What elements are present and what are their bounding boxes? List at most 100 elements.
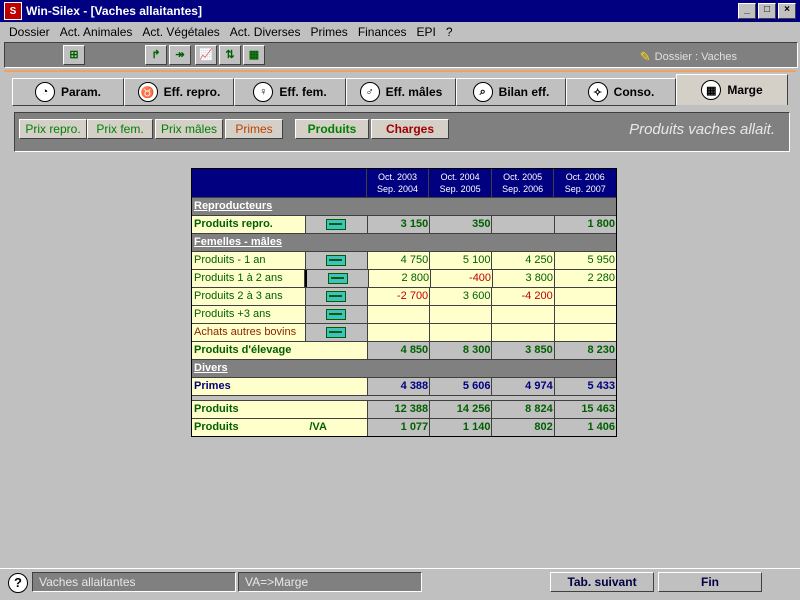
row-label: Produits /VA — [192, 419, 368, 436]
section-divers: Divers — [192, 360, 616, 378]
sort-icon[interactable]: ⇅ — [219, 45, 241, 65]
tab-eff-males[interactable]: ♂ Eff. mâles — [346, 78, 456, 106]
tab-label: Marge — [727, 83, 763, 97]
period-header: Oct. 2003 Sep. 2004 — [366, 169, 430, 197]
cell-value[interactable]: 2 800 — [369, 270, 432, 287]
cell-value: 4 850 — [367, 342, 431, 359]
cell-value — [492, 216, 555, 233]
close-button[interactable]: × — [778, 3, 796, 19]
cell-value[interactable]: 3 800 — [493, 270, 556, 287]
period-header: Oct. 2005 Sep. 2006 — [491, 169, 555, 197]
detail-icon — [327, 273, 348, 284]
row-label: Produits 2 à 3 ans — [192, 288, 306, 305]
cell-value[interactable] — [554, 306, 616, 323]
period-header: Oct. 2004 Sep. 2005 — [429, 169, 492, 197]
cell-value[interactable] — [430, 306, 493, 323]
prix-repro-button[interactable]: Prix repro. — [19, 119, 87, 139]
cell-value[interactable]: 2 280 — [555, 270, 617, 287]
tab-param[interactable]: ◔ Param. — [12, 78, 124, 106]
table-row: Produits d'élevage 4 850 8 300 3 850 8 2… — [192, 342, 616, 360]
row-label: Achats autres bovins — [192, 324, 306, 341]
row-label: Produits — [192, 401, 368, 418]
cell-value[interactable] — [367, 324, 431, 341]
cell-value[interactable] — [554, 288, 616, 305]
cell-value[interactable]: 5 100 — [430, 252, 493, 269]
tab-conso[interactable]: ✧ Conso. — [566, 78, 676, 106]
cell-value: 5 433 — [554, 378, 616, 395]
tab-eff-fem[interactable]: ♀ Eff. fem. — [234, 78, 346, 106]
section-label: Divers — [194, 362, 228, 374]
menu-epi[interactable]: EPI — [412, 25, 441, 39]
data-grid: Oct. 2003 Sep. 2004 Oct. 2004 Sep. 2005 Oc… — [191, 168, 617, 437]
menu-help[interactable]: ? — [441, 25, 458, 39]
redo-icon[interactable]: ↱ — [145, 45, 167, 65]
tab-strip: ◔ Param. ♉ Eff. repro. ♀ Eff. fem. ♂ Eff… — [4, 70, 796, 107]
period-header: Oct. 2006 Sep. 2007 — [554, 169, 617, 197]
prix-fem-button[interactable]: Prix fem. — [87, 119, 153, 139]
title-bar: S Win-Silex - [Vaches allaitantes] _ □ × — [0, 0, 800, 22]
cell-value[interactable] — [430, 324, 493, 341]
produits-button[interactable]: Produits — [295, 119, 369, 139]
section-label: Femelles - mâles — [194, 236, 283, 248]
cell-value[interactable]: 3 600 — [430, 288, 493, 305]
prix-males-button[interactable]: Prix mâles — [155, 119, 223, 139]
dossier-indicator: ✎ Dossier : Vaches — [640, 49, 737, 65]
cell-value: 12 388 — [367, 401, 431, 418]
period-end: Sep. 2007 — [564, 184, 606, 194]
cell-value[interactable] — [492, 324, 555, 341]
charges-button[interactable]: Charges — [371, 119, 449, 139]
cell-value[interactable]: -4 200 — [492, 288, 555, 305]
cell-value[interactable]: -2 700 — [367, 288, 431, 305]
detail-button[interactable] — [305, 270, 370, 287]
maximize-button[interactable]: □ — [758, 3, 776, 19]
cell-value: 1 800 — [554, 216, 616, 233]
row-label-text: Produits — [194, 421, 239, 433]
detail-button[interactable] — [305, 216, 368, 233]
cell-value: 8 300 — [430, 342, 493, 359]
menu-finances[interactable]: Finances — [353, 25, 412, 39]
menu-act-animales[interactable]: Act. Animales — [55, 25, 138, 39]
cell-value: 1 077 — [367, 419, 431, 436]
detail-icon — [326, 255, 347, 266]
tab-bilan-eff[interactable]: ⌕ Bilan eff. — [456, 78, 566, 106]
cell-value[interactable]: -400 — [431, 270, 494, 287]
period-start: Oct. 2005 — [503, 172, 543, 182]
redo-all-icon[interactable]: ↠ — [169, 45, 191, 65]
table-row: Produits 1 à 2 ans 2 800 -400 3 800 2 28… — [192, 270, 617, 288]
cell-value: 8 824 — [492, 401, 555, 418]
detail-button[interactable] — [305, 306, 368, 323]
help-icon[interactable]: ? — [8, 573, 28, 593]
detail-button[interactable] — [305, 252, 368, 269]
cell-value[interactable]: 4 750 — [367, 252, 431, 269]
next-tab-button[interactable]: Tab. suivant — [550, 572, 654, 592]
table-row: Produits repro. 3 150 350 1 800 — [192, 216, 616, 234]
period-end: Sep. 2004 — [377, 184, 419, 194]
period-start: Oct. 2006 — [565, 172, 605, 182]
calculator-icon[interactable]: ▦ — [243, 45, 265, 65]
cell-value[interactable] — [492, 306, 555, 323]
cell-value[interactable] — [367, 306, 431, 323]
period-start: Oct. 2004 — [440, 172, 480, 182]
fin-button[interactable]: Fin — [658, 572, 762, 592]
male-icon: ♂ — [359, 82, 380, 102]
cell-value[interactable]: 5 950 — [554, 252, 616, 269]
sub-tab-panel: Prix repro. Prix fem. Prix mâles Primes … — [14, 112, 790, 152]
tab-eff-repro[interactable]: ♉ Eff. repro. — [124, 78, 234, 106]
tab-label: Eff. repro. — [163, 85, 221, 99]
cell-value[interactable]: 4 250 — [492, 252, 555, 269]
primes-button[interactable]: Primes — [225, 119, 283, 139]
tab-label: Conso. — [613, 85, 655, 99]
minimize-button[interactable]: _ — [738, 3, 756, 19]
tab-marge[interactable]: ▦ Marge — [676, 74, 788, 105]
menu-dossier[interactable]: Dossier — [0, 25, 55, 39]
menu-primes[interactable]: Primes — [305, 25, 352, 39]
tab-label: Bilan eff. — [498, 85, 550, 99]
cell-value[interactable] — [554, 324, 616, 341]
detail-button[interactable] — [305, 288, 368, 305]
chart-icon[interactable]: 📈 — [195, 45, 217, 65]
menu-act-diverses[interactable]: Act. Diverses — [225, 25, 306, 39]
cell-value: 1 406 — [554, 419, 616, 436]
menu-act-vegetales[interactable]: Act. Végétales — [137, 25, 224, 39]
detail-button[interactable] — [305, 324, 368, 341]
network-icon[interactable]: ⊞ — [63, 45, 85, 65]
